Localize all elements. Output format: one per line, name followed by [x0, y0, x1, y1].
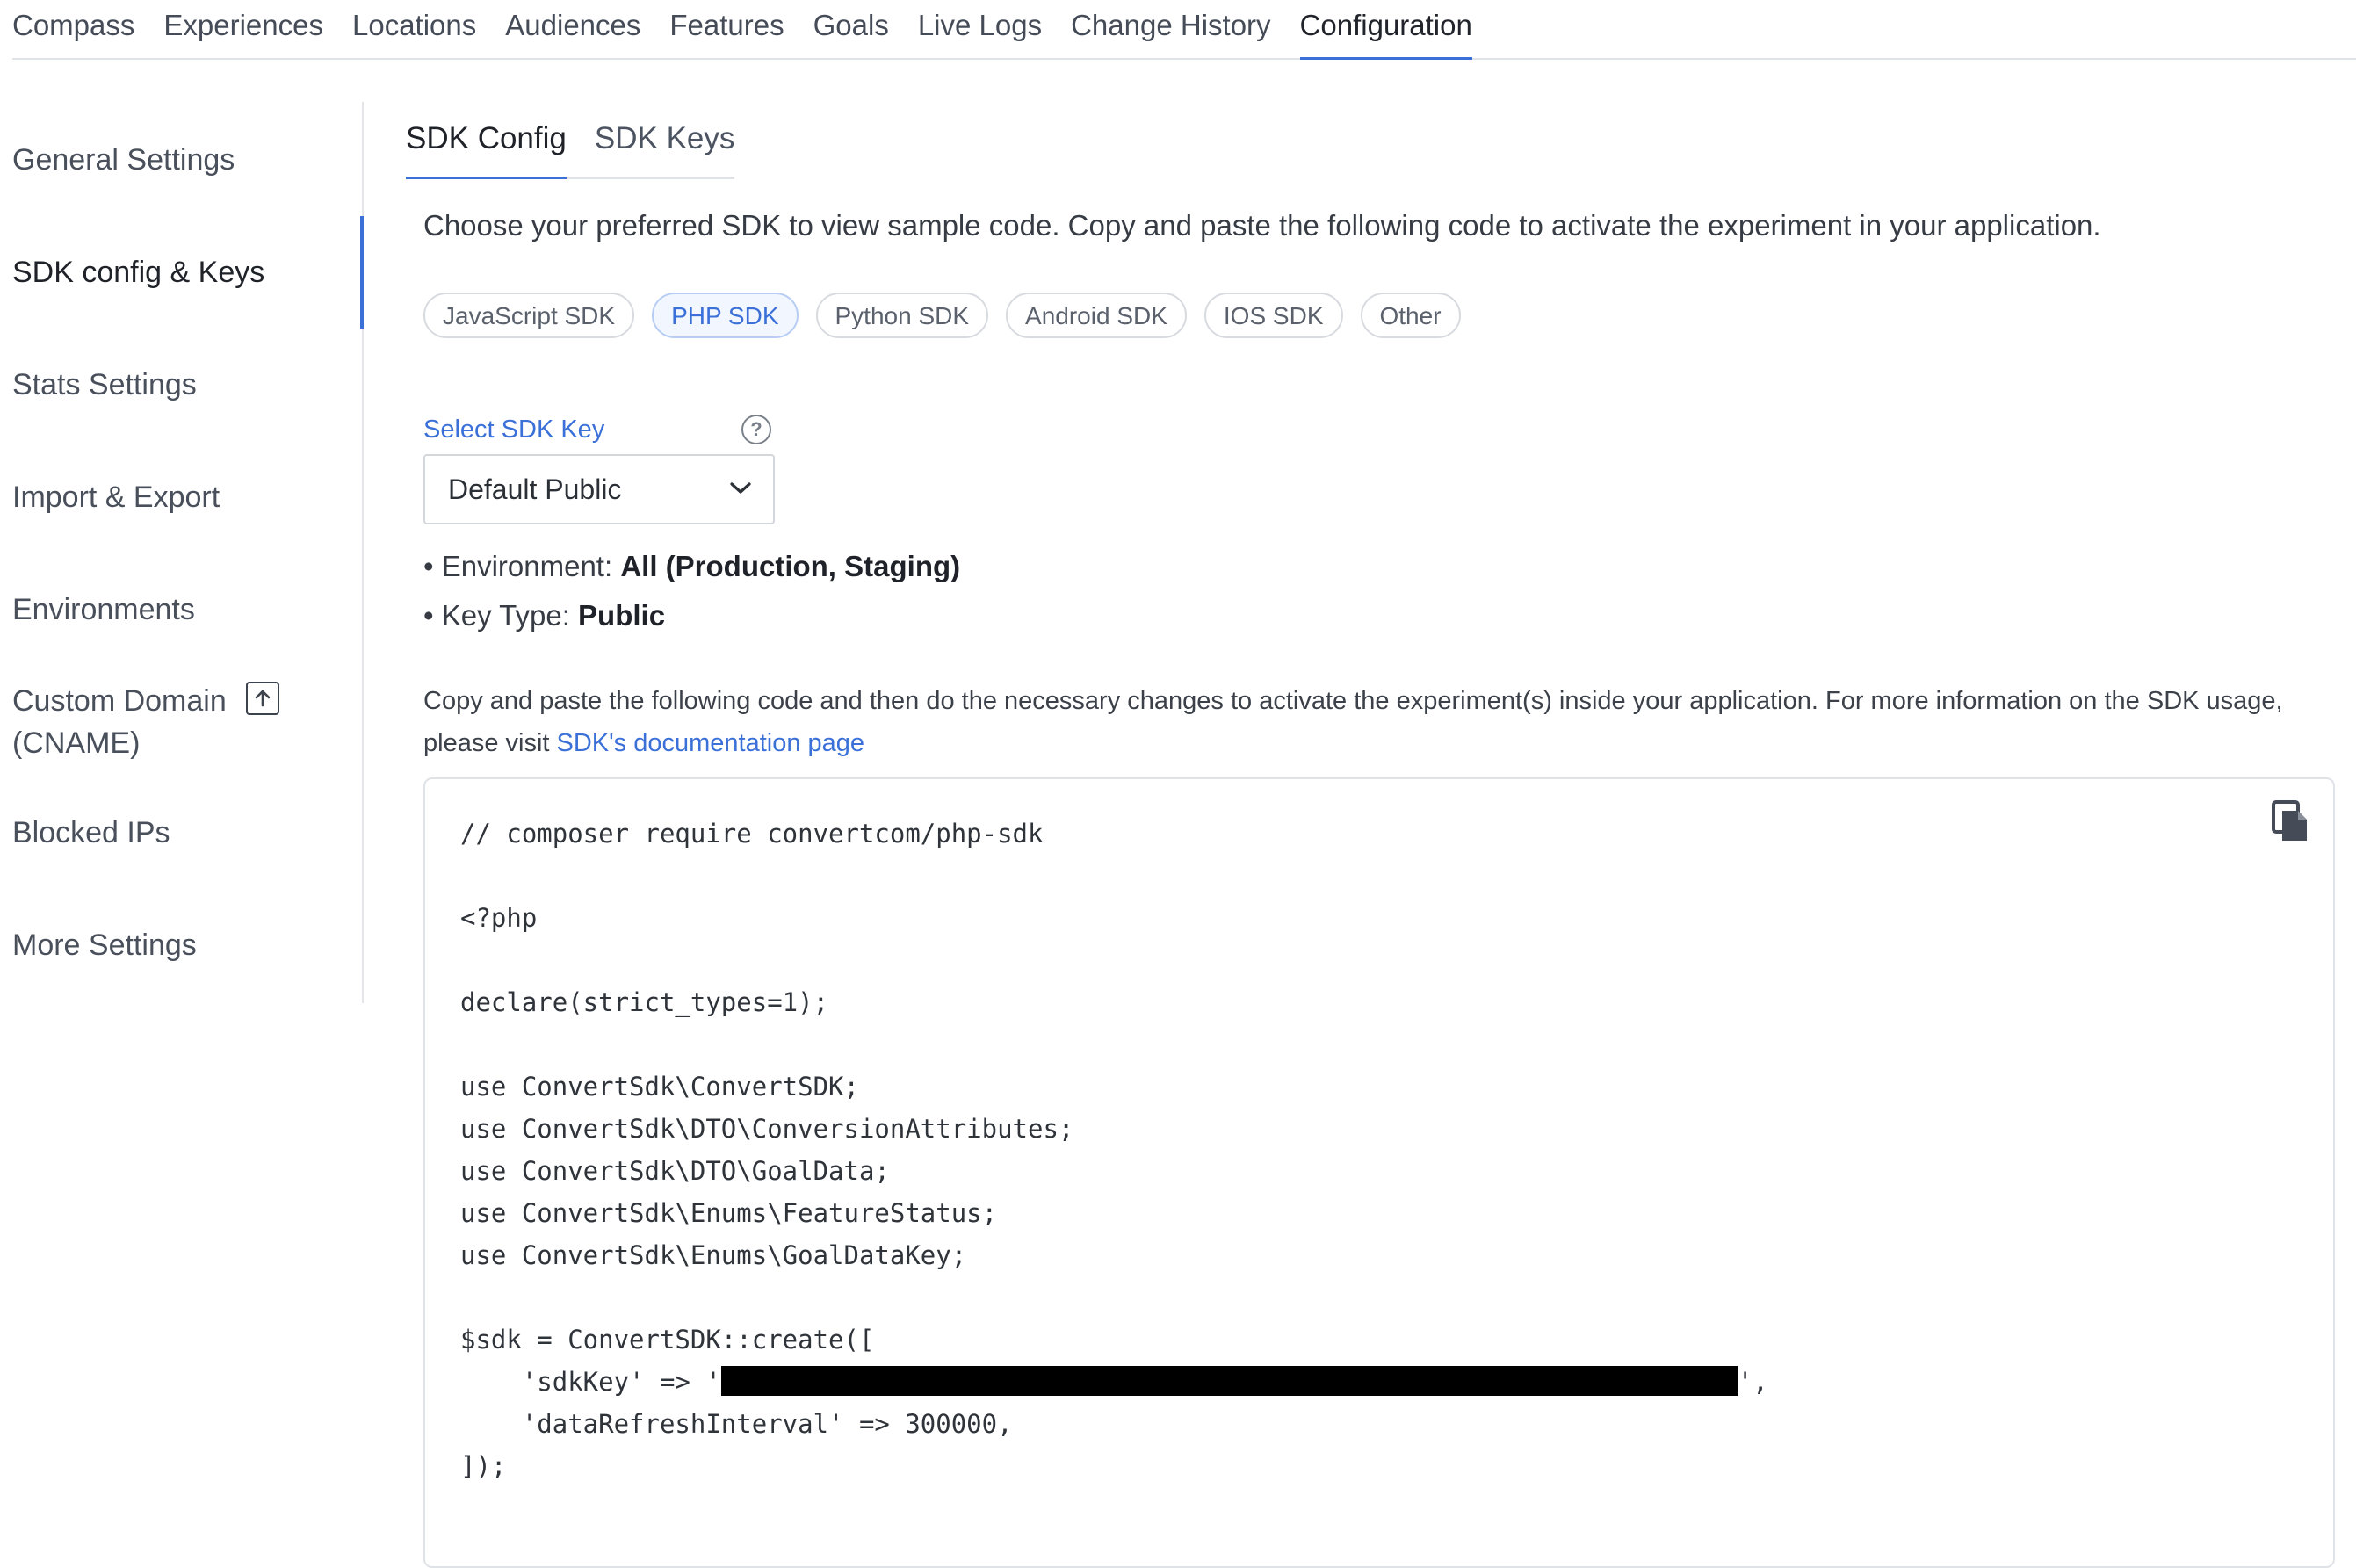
help-circle-icon[interactable]: ?	[741, 415, 771, 444]
code-description: Copy and paste the following code and th…	[423, 680, 2338, 764]
code-line: use ConvertSdk\Enums\GoalDataKey;	[460, 1240, 967, 1270]
key-type-info: • Key Type: Public	[423, 599, 665, 632]
sidebar-item-more-settings[interactable]: More Settings	[12, 924, 362, 966]
copy-icon[interactable]	[2272, 800, 2310, 844]
code-line: 'sdkKey' => '	[460, 1367, 721, 1397]
code-line: use ConvertSdk\DTO\ConversionAttributes;	[460, 1114, 1074, 1144]
code-line: ',	[1737, 1367, 1768, 1397]
tab-sdk-config[interactable]: SDK Config	[406, 102, 567, 179]
external-upload-icon	[246, 682, 279, 715]
sidebar-item-label: Custom Domain	[12, 684, 227, 718]
nav-goals[interactable]: Goals	[813, 0, 889, 58]
code-line: declare(strict_types=1);	[460, 987, 829, 1017]
nav-locations[interactable]: Locations	[352, 0, 476, 58]
sdk-chip-group: JavaScript SDK PHP SDK Python SDK Androi…	[423, 293, 1478, 338]
key-type-value: Public	[578, 599, 666, 632]
environment-value: All (Production, Staging)	[620, 550, 961, 582]
sidebar-item-custom-domain[interactable]: Custom Domain (CNAME)	[12, 680, 362, 764]
code-line: 'dataRefreshInterval' => 300000,	[460, 1409, 1013, 1439]
settings-sidebar: General Settings SDK config & Keys Stats…	[0, 102, 364, 1003]
code-line: ]);	[460, 1451, 507, 1481]
sdk-documentation-link[interactable]: SDK's documentation page	[557, 729, 865, 757]
tab-sdk-keys[interactable]: SDK Keys	[595, 102, 735, 177]
environment-label: • Environment:	[423, 550, 621, 582]
sidebar-item-import-export[interactable]: Import & Export	[12, 476, 362, 518]
environment-info: • Environment: All (Production, Staging)	[423, 550, 960, 583]
nav-features[interactable]: Features	[669, 0, 784, 58]
top-navigation: Compass Experiences Locations Audiences …	[12, 0, 2356, 60]
chip-javascript-sdk[interactable]: JavaScript SDK	[423, 293, 635, 338]
code-line: <?php	[460, 903, 538, 933]
code-content: // composer require convertcom/php-sdk <…	[460, 813, 1768, 1487]
code-line: use ConvertSdk\ConvertSDK;	[460, 1072, 859, 1102]
intro-text: Choose your preferred SDK to view sample…	[423, 209, 2101, 242]
sdk-key-select-value: Default Public	[448, 473, 622, 505]
chip-python-sdk[interactable]: Python SDK	[815, 293, 989, 338]
chip-php-sdk[interactable]: PHP SDK	[652, 293, 799, 338]
code-block: // composer require convertcom/php-sdk <…	[423, 777, 2335, 1568]
code-line: // composer require convertcom/php-sdk	[460, 819, 1044, 849]
nav-experiences[interactable]: Experiences	[163, 0, 323, 58]
select-sdk-key-label: Select SDK Key	[423, 415, 605, 444]
redacted-sdk-key	[720, 1366, 1738, 1396]
nav-live-logs[interactable]: Live Logs	[918, 0, 1042, 58]
sidebar-item-general-settings[interactable]: General Settings	[12, 139, 362, 181]
key-type-label: • Key Type:	[423, 599, 579, 632]
chip-other[interactable]: Other	[1360, 293, 1461, 338]
nav-compass[interactable]: Compass	[12, 0, 134, 58]
sidebar-item-sdk-config-keys[interactable]: SDK config & Keys	[12, 251, 362, 293]
code-line: use ConvertSdk\Enums\FeatureStatus;	[460, 1198, 998, 1228]
nav-configuration[interactable]: Configuration	[1299, 0, 1473, 60]
nav-audiences[interactable]: Audiences	[505, 0, 640, 58]
nav-change-history[interactable]: Change History	[1071, 0, 1270, 58]
chip-ios-sdk[interactable]: IOS SDK	[1203, 293, 1343, 338]
sidebar-item-blocked-ips[interactable]: Blocked IPs	[12, 812, 362, 854]
code-line: use ConvertSdk\DTO\GoalData;	[460, 1156, 890, 1186]
sdk-key-select[interactable]: Default Public	[423, 454, 775, 524]
code-line: $sdk = ConvertSDK::create([	[460, 1325, 875, 1355]
sidebar-item-environments[interactable]: Environments	[12, 589, 362, 631]
sidebar-item-label-line2: (CNAME)	[12, 726, 141, 760]
sidebar-item-stats-settings[interactable]: Stats Settings	[12, 364, 362, 406]
chip-android-sdk[interactable]: Android SDK	[1006, 293, 1187, 338]
chevron-down-icon	[729, 481, 752, 501]
sdk-subtabs: SDK Config SDK Keys	[406, 102, 735, 179]
